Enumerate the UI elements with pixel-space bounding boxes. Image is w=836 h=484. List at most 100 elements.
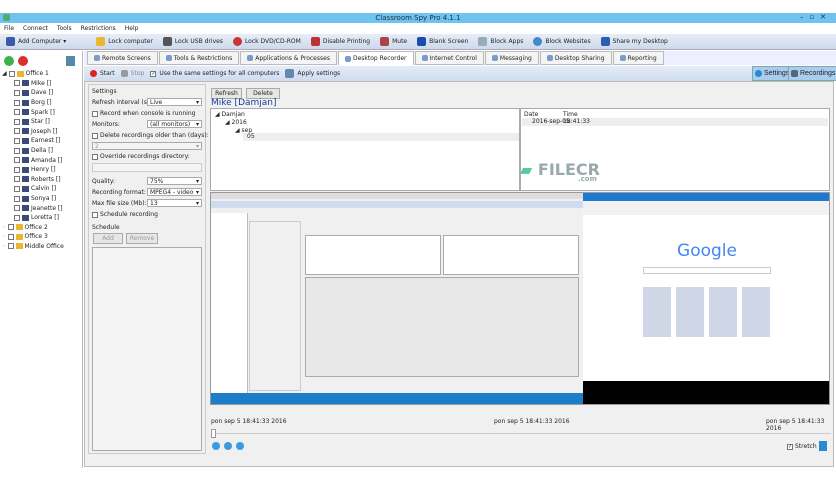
start-button[interactable]: Start <box>90 70 115 77</box>
quality-select[interactable]: 75% <box>147 177 202 185</box>
tab-reporting[interactable]: Reporting <box>612 51 664 65</box>
blank-screen-button[interactable]: Blank Screen <box>417 37 468 46</box>
checkbox[interactable] <box>7 233 14 240</box>
disable-printing-button[interactable]: Disable Printing <box>310 37 370 46</box>
tab-messaging[interactable]: Messaging <box>484 51 539 65</box>
tree-node-year[interactable]: ◢ 2016 <box>225 119 247 126</box>
checkbox[interactable] <box>14 99 20 106</box>
menu-tools[interactable]: Tools <box>57 25 72 32</box>
checkbox[interactable] <box>7 243 14 250</box>
apply-settings-button[interactable]: Apply settings <box>285 69 340 78</box>
tree-computer[interactable]: Calvin [] <box>2 184 82 194</box>
block-apps-button[interactable]: Block Apps <box>478 37 523 46</box>
checkbox[interactable] <box>14 137 20 144</box>
share-desktop-button[interactable]: Share my Desktop <box>600 37 668 46</box>
lock-computer-button[interactable]: Lock computer <box>96 37 153 46</box>
tree-computer[interactable]: Earnest [] <box>2 136 82 146</box>
checkbox[interactable] <box>14 128 20 135</box>
timeline-slider[interactable] <box>211 433 831 434</box>
tab-applications-processes[interactable]: Applications & Processes <box>240 51 337 65</box>
tree-computer[interactable]: Joseph [] <box>2 127 82 137</box>
mute-button[interactable]: Mute <box>380 37 407 46</box>
refresh-interval-select[interactable]: Live <box>147 98 202 106</box>
checkbox[interactable] <box>14 147 20 154</box>
tree-computer[interactable]: Star [] <box>2 117 82 127</box>
checkbox[interactable] <box>14 118 20 125</box>
tab-remote-screens[interactable]: Remote Screens <box>87 51 158 65</box>
table-row[interactable]: 2016-sep-05 18:41:33 <box>522 118 828 126</box>
window-controls[interactable]: –▫✕ <box>800 13 832 21</box>
remove-schedule-button[interactable]: Remove <box>126 233 158 244</box>
checkbox[interactable] <box>14 89 20 96</box>
tree-computer[interactable]: Della [] <box>2 146 82 156</box>
menu-connect[interactable]: Connect <box>23 25 48 32</box>
add-schedule-button[interactable]: Add <box>93 233 123 244</box>
lock-usb-button[interactable]: Lock USB drives <box>162 37 223 46</box>
checkbox[interactable] <box>8 70 15 77</box>
tree-computer[interactable]: Sonya [] <box>2 194 82 204</box>
tree-node-user[interactable]: ◢ Damjan <box>215 111 245 118</box>
connect-icon[interactable] <box>4 56 14 66</box>
format-select[interactable]: MPEG4 - video <box>147 188 202 196</box>
directory-input[interactable] <box>92 163 202 172</box>
column-time[interactable]: Time <box>563 111 578 118</box>
menu-help[interactable]: Help <box>125 25 139 32</box>
max-size-select[interactable]: 13 <box>147 199 202 207</box>
stretch-checkbox[interactable]: ✓ Stretch <box>787 443 817 450</box>
settings-button[interactable]: Settings <box>752 66 793 81</box>
checkbox[interactable] <box>14 176 20 183</box>
checkbox[interactable] <box>14 214 20 221</box>
pause-icon[interactable] <box>224 442 232 450</box>
checkbox[interactable] <box>14 80 20 87</box>
checkbox[interactable] <box>14 109 20 116</box>
tree-group[interactable]: ◦ Office 2 <box>2 223 82 233</box>
record-console-checkbox[interactable]: Record when console is running <box>92 110 195 117</box>
tree-computer[interactable]: Dave [] <box>2 88 82 98</box>
override-dir-checkbox[interactable]: Override recordings directory: <box>92 153 190 160</box>
checkbox[interactable] <box>7 224 14 231</box>
same-settings-checkbox[interactable]: ✓ Use the same settings for all computers <box>150 70 279 77</box>
computer-icon <box>6 37 15 46</box>
tree-computer[interactable]: Borg [] <box>2 98 82 108</box>
timeline-slider-handle[interactable] <box>211 429 216 438</box>
lock-dvd-button[interactable]: Lock DVD/CD-ROM <box>232 37 301 46</box>
play-icon[interactable] <box>212 442 220 450</box>
tab-internet-control[interactable]: Internet Control <box>414 51 484 65</box>
menu-restrictions[interactable]: Restrictions <box>81 25 116 32</box>
tree-computer[interactable]: Jeanette [] <box>2 203 82 213</box>
checkbox[interactable] <box>14 185 20 192</box>
checkbox[interactable] <box>14 157 20 164</box>
monitors-select[interactable]: (all monitors) <box>147 120 202 128</box>
tree-group[interactable]: ◦ Office 3 <box>2 232 82 242</box>
tree-computer[interactable]: Henry [] <box>2 165 82 175</box>
tree-computer[interactable]: Spark [] <box>2 107 82 117</box>
stop-button[interactable]: Stop <box>120 70 144 77</box>
tree-node-day[interactable]: 05 <box>243 133 519 141</box>
edit-icon[interactable] <box>66 56 75 66</box>
checkbox[interactable] <box>14 205 20 212</box>
tree-computer[interactable]: Mike [] <box>2 79 82 89</box>
add-computer-button[interactable]: Add Computer ▾ <box>6 37 66 46</box>
next-icon[interactable] <box>236 442 244 450</box>
block-websites-button[interactable]: Block Websites <box>533 37 591 46</box>
tab-desktop-sharing[interactable]: Desktop Sharing <box>539 51 612 65</box>
tab-desktop-recorder[interactable]: Desktop Recorder <box>337 51 414 65</box>
checkbox[interactable] <box>14 195 20 202</box>
disconnect-icon[interactable] <box>18 56 28 66</box>
column-date[interactable]: Date <box>524 111 538 118</box>
schedule-list[interactable] <box>92 247 202 451</box>
tab-tools-restrictions[interactable]: Tools & Restrictions <box>158 51 240 65</box>
tree-group-office-1[interactable]: ◢ Office 1 <box>2 69 82 79</box>
watermark-logo: ▰ FILECR .com <box>520 160 600 183</box>
tree-computer[interactable]: Amanda [] <box>2 155 82 165</box>
days-select[interactable]: 2 <box>92 142 202 150</box>
tree-group[interactable]: ◦ Middle Office <box>2 242 82 252</box>
fullscreen-icon[interactable] <box>819 441 827 451</box>
menu-file[interactable]: File <box>4 25 14 32</box>
checkbox[interactable] <box>14 166 20 173</box>
recordings-button[interactable]: Recordings <box>788 66 836 81</box>
schedule-recording-checkbox[interactable]: Schedule recording <box>92 211 158 218</box>
tree-computer[interactable]: Roberts [] <box>2 175 82 185</box>
tree-computer[interactable]: Loretta [] <box>2 213 82 223</box>
delete-older-checkbox[interactable]: Delete recordings older than (days): <box>92 132 209 139</box>
